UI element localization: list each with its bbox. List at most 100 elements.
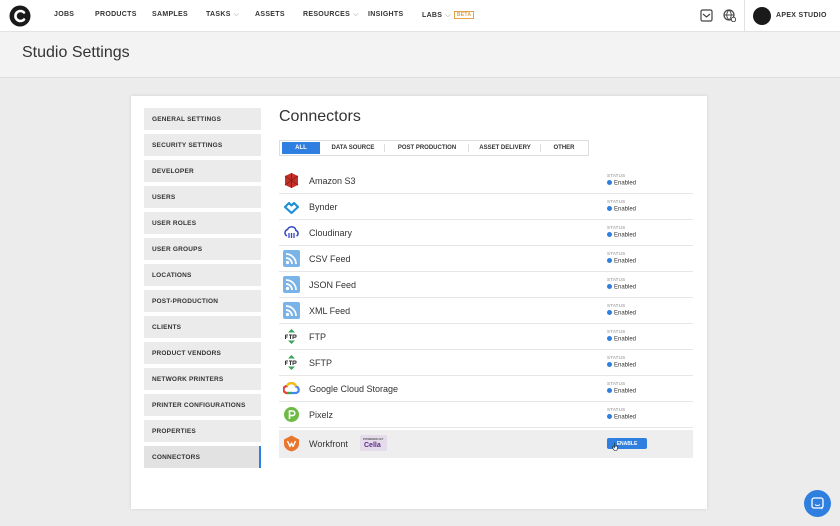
- workfront-icon: [284, 435, 299, 452]
- connector-row[interactable]: JSON Feed STATUS Enabled: [279, 272, 693, 298]
- nav-insights[interactable]: INSIGHTS: [368, 11, 403, 18]
- tab-all[interactable]: ALL: [282, 142, 320, 154]
- status-value: Enabled: [607, 206, 636, 213]
- ftp-icon: [284, 355, 299, 370]
- enabled-check-icon: [607, 388, 612, 393]
- status-text: Enabled: [614, 258, 637, 265]
- status-text: Enabled: [614, 388, 637, 395]
- tab-asset-delivery[interactable]: ASSET DELIVERY: [472, 141, 538, 155]
- filter-tabs: ALL DATA SOURCE POST PRODUCTION ASSET DE…: [279, 140, 589, 156]
- app-logo-icon[interactable]: [9, 5, 31, 27]
- connector-name: Bynder: [309, 202, 338, 212]
- tab-post-production[interactable]: POST PRODUCTION: [388, 141, 466, 155]
- connector-name: Workfront: [309, 439, 348, 449]
- enabled-check-icon: [607, 414, 612, 419]
- org-name[interactable]: APEX STUDIO: [776, 12, 827, 19]
- connector-name: Pixelz: [309, 410, 334, 420]
- cloudinary-icon: [284, 226, 299, 238]
- status-value: Enabled: [607, 414, 636, 421]
- rss-icon: [283, 250, 300, 267]
- status-label: STATUS: [607, 173, 626, 178]
- status-label: STATUS: [607, 355, 626, 360]
- sidebar-item-clients[interactable]: CLIENTS: [144, 316, 261, 338]
- chevron-down-icon: ⌵: [445, 12, 451, 19]
- connector-name: CSV Feed: [309, 254, 351, 264]
- beta-badge: BETA: [453, 11, 475, 19]
- status-text: Enabled: [614, 180, 637, 187]
- inbox-icon[interactable]: [700, 9, 713, 22]
- connector-name: Google Cloud Storage: [309, 384, 399, 394]
- connector-row[interactable]: Pixelz STATUS Enabled: [279, 402, 693, 428]
- status-text: Enabled: [614, 310, 637, 317]
- enabled-check-icon: [607, 336, 612, 341]
- connector-name: JSON Feed: [309, 280, 357, 290]
- status-label: STATUS: [607, 303, 626, 308]
- connector-row[interactable]: CSV Feed STATUS Enabled: [279, 246, 693, 272]
- avatar[interactable]: [753, 7, 771, 25]
- status-value: Enabled: [607, 388, 636, 395]
- tab-divider: [540, 144, 541, 152]
- sidebar-item-properties[interactable]: PROPERTIES: [144, 420, 261, 442]
- connector-row[interactable]: XML Feed STATUS Enabled: [279, 298, 693, 324]
- rss-icon: [283, 276, 300, 293]
- nav-labs[interactable]: LABS ⌵ BETA: [422, 11, 475, 20]
- sidebar-item-users[interactable]: USERS: [144, 186, 261, 208]
- nav-resources-label: RESOURCES: [303, 11, 351, 18]
- nav-tasks-label: TASKS: [206, 11, 231, 18]
- globe-settings-icon[interactable]: [723, 9, 736, 22]
- status-value: Enabled: [607, 310, 636, 317]
- sidebar-item-printer-configurations[interactable]: PRINTER CONFIGURATIONS: [144, 394, 261, 416]
- sidebar-item-network-printers[interactable]: NETWORK PRINTERS: [144, 368, 261, 390]
- status-value: Enabled: [607, 336, 636, 343]
- status-text: Enabled: [614, 206, 637, 213]
- nav-products[interactable]: PRODUCTS: [95, 11, 137, 18]
- enabled-check-icon: [607, 206, 612, 211]
- nav-resources[interactable]: RESOURCES ⌵: [303, 11, 359, 19]
- status-value: Enabled: [607, 180, 636, 187]
- sidebar-item-connectors[interactable]: CONNECTORS: [144, 446, 261, 468]
- sidebar-item-security-settings[interactable]: SECURITY SETTINGS: [144, 134, 261, 156]
- sidebar-item-locations[interactable]: LOCATIONS: [144, 264, 261, 286]
- sidebar-item-user-groups[interactable]: USER GROUPS: [144, 238, 261, 260]
- sidebar-item-developer[interactable]: DEVELOPER: [144, 160, 261, 182]
- rss-icon: [283, 302, 300, 319]
- nav-assets[interactable]: ASSETS: [255, 11, 285, 18]
- nav-samples[interactable]: SAMPLES: [152, 11, 188, 18]
- enabled-check-icon: [607, 310, 612, 315]
- google-cloud-icon: [283, 382, 300, 395]
- top-navigation: JOBS PRODUCTS SAMPLES TASKS ⌵ ASSETS RESO…: [0, 0, 840, 32]
- connector-row[interactable]: Cloudinary STATUS Enabled: [279, 220, 693, 246]
- powered-by-label: POWERED BY: [363, 437, 384, 441]
- ftp-icon: [284, 329, 299, 344]
- status-label: STATUS: [607, 225, 626, 230]
- connector-name: Amazon S3: [309, 176, 356, 186]
- sidebar-item-user-roles[interactable]: USER ROLES: [144, 212, 261, 234]
- sidebar-item-product-vendors[interactable]: PRODUCT VENDORS: [144, 342, 261, 364]
- nav-tasks[interactable]: TASKS ⌵: [206, 11, 239, 19]
- section-title: Connectors: [279, 108, 361, 125]
- sidebar-item-post-production[interactable]: POST-PRODUCTION: [144, 290, 261, 312]
- enabled-check-icon: [607, 232, 612, 237]
- connector-row[interactable]: Bynder STATUS Enabled: [279, 194, 693, 220]
- sidebar-item-general-settings[interactable]: GENERAL SETTINGS: [144, 108, 261, 130]
- connector-row[interactable]: Workfront POWERED BY Cella ENABLE: [279, 430, 693, 458]
- connector-row[interactable]: FTP STATUS Enabled: [279, 324, 693, 350]
- connector-name: Cloudinary: [309, 228, 353, 238]
- tab-other[interactable]: OTHER: [542, 141, 586, 155]
- enabled-check-icon: [607, 362, 612, 367]
- status-text: Enabled: [614, 284, 637, 291]
- connector-row[interactable]: Google Cloud Storage STATUS Enabled: [279, 376, 693, 402]
- chat-button[interactable]: [804, 490, 831, 517]
- nav-jobs[interactable]: JOBS: [54, 11, 74, 18]
- tab-data-source[interactable]: DATA SOURCE: [324, 141, 382, 155]
- status-value: Enabled: [607, 258, 636, 265]
- status-value: Enabled: [607, 362, 636, 369]
- status-label: STATUS: [607, 381, 626, 386]
- connector-row[interactable]: SFTP STATUS Enabled: [279, 350, 693, 376]
- connector-name: SFTP: [309, 358, 333, 368]
- status-text: Enabled: [614, 362, 637, 369]
- chat-icon: [811, 497, 824, 510]
- nav-divider: [744, 0, 745, 32]
- connector-row[interactable]: Amazon S3 STATUS Enabled: [279, 168, 693, 194]
- nav-labs-label: LABS: [422, 12, 443, 19]
